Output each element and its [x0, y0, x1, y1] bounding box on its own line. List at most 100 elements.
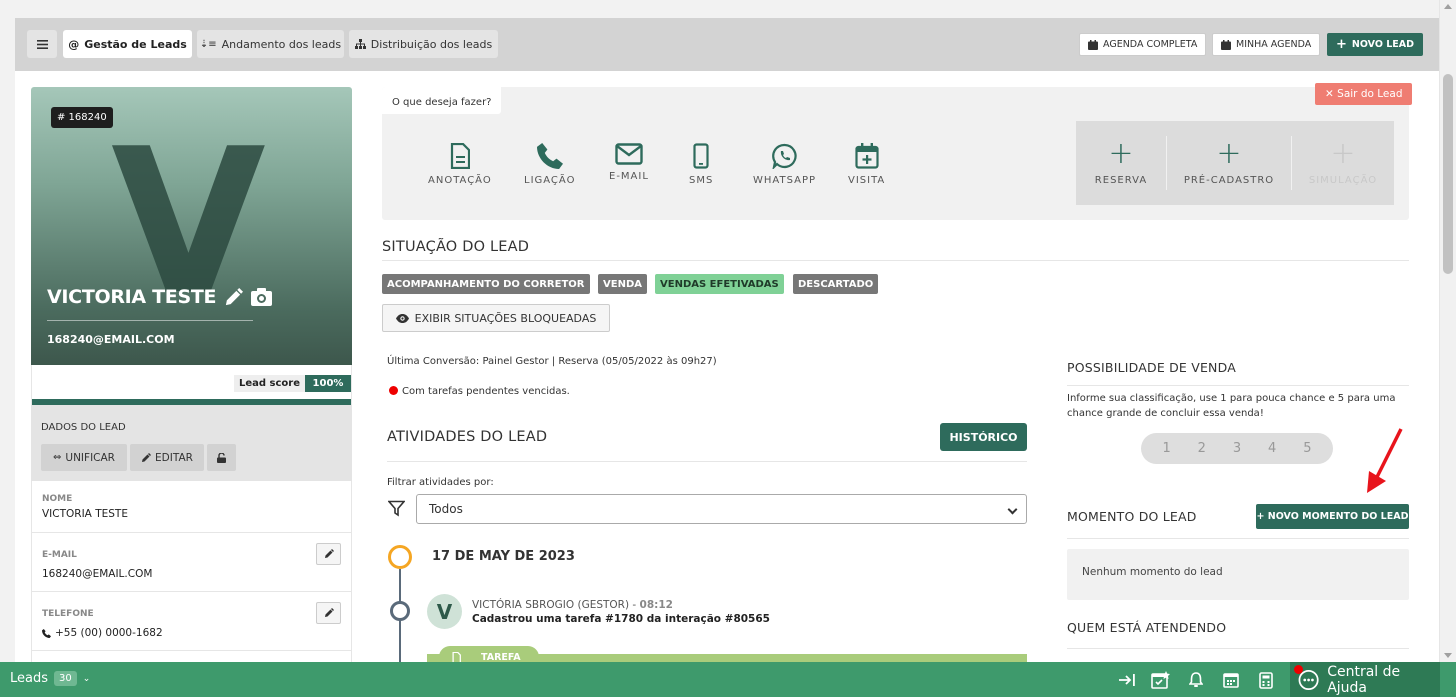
pending-tasks-warning: Com tarefas pendentes vencidas.: [389, 386, 570, 397]
tab-gestao-de-leads[interactable]: @ Gestão de Leads: [63, 30, 192, 58]
phone-icon: [42, 628, 51, 638]
calendar-plus-icon: [855, 143, 879, 169]
dados-title: DADOS DO LEAD: [41, 422, 126, 433]
action-reserva[interactable]: + RESERVA: [1076, 121, 1166, 205]
calendar-icon[interactable]: [1221, 670, 1241, 690]
plus-icon: +: [1330, 135, 1356, 171]
field-next: [31, 651, 352, 662]
field-nome-value: VICTORIA TESTE: [42, 508, 128, 520]
tab-andamento-dos-leads[interactable]: ⇣≡ Andamento dos leads: [197, 30, 344, 58]
menu-button[interactable]: [27, 30, 57, 58]
leads-count-badge: 30: [54, 671, 77, 686]
atividades-title: ATIVIDADES DO LEAD: [387, 429, 548, 445]
rating-1[interactable]: 1: [1162, 441, 1170, 456]
minha-agenda-button[interactable]: MINHA AGENDA: [1212, 33, 1321, 56]
field-email-value: 168240@EMAIL.COM: [42, 568, 153, 580]
merge-icon: ⇔: [53, 452, 62, 463]
field-email-label: E-MAIL: [42, 550, 77, 560]
action-sms[interactable]: SMS: [689, 143, 713, 186]
exibir-situacoes-bloqueadas-button[interactable]: EXIBIR SITUAÇÕES BLOQUEADAS: [382, 304, 610, 332]
lead-score: Lead score 100%: [31, 365, 352, 405]
field-telefone-label: TELEFONE: [42, 609, 94, 619]
eye-icon: [395, 313, 409, 323]
central-de-ajuda-button[interactable]: Central de Ajuda: [1290, 662, 1440, 697]
field-nome-label: NOME: [42, 494, 73, 504]
activity-time: 08:12: [639, 599, 673, 611]
plus-icon: +: [1108, 135, 1134, 171]
lock-button[interactable]: [207, 444, 236, 471]
unlock-icon: [217, 452, 226, 463]
action-pre-cadastro[interactable]: + PRÉ-CADASTRO: [1167, 121, 1291, 205]
bell-icon[interactable]: [1186, 670, 1206, 690]
field-nome: NOME VICTORIA TESTE: [31, 481, 352, 533]
action-visita[interactable]: VISITA: [848, 143, 885, 186]
tarefa-badge[interactable]: TAREFA: [439, 646, 539, 662]
dados-do-lead-section: DADOS DO LEAD ⇔ UNIFICAR EDITAR: [31, 405, 352, 481]
status-tag-descartado[interactable]: DESCARTADO: [793, 274, 879, 294]
historico-button[interactable]: HISTÓRICO: [940, 423, 1027, 451]
action-email[interactable]: E-MAIL: [609, 143, 649, 182]
sale-possibility-rating: 1 2 3 4 5: [1141, 433, 1333, 464]
rating-5[interactable]: 5: [1303, 441, 1311, 456]
situacao-title: SITUAÇÃO DO LEAD: [382, 239, 530, 255]
calendar-star-icon[interactable]: [1151, 670, 1171, 690]
sort-icon: ⇣≡: [199, 38, 217, 50]
action-whatsapp[interactable]: WHATSAPP: [753, 143, 816, 186]
action-anotacao[interactable]: ANOTAÇÃO: [428, 143, 492, 186]
sitemap-icon: [354, 39, 366, 49]
lead-score-value: 100%: [305, 375, 351, 392]
timeline-date-marker: [388, 545, 412, 569]
activity-filter-select[interactable]: Todos: [416, 494, 1027, 524]
novo-momento-button[interactable]: + NOVO MOMENTO DO LEAD: [1256, 504, 1409, 529]
rating-3[interactable]: 3: [1233, 441, 1241, 456]
editar-button[interactable]: EDITAR: [130, 444, 204, 471]
plus-icon: +: [1216, 135, 1242, 171]
sair-do-lead-button[interactable]: ✕ Sair do Lead: [1315, 83, 1413, 105]
actions-panel: O que deseja fazer? ANOTAÇÃO LIGAÇÃO E-M…: [382, 87, 1409, 220]
pencil-icon: [142, 452, 152, 462]
lead-email: 168240@EMAIL.COM: [47, 333, 175, 346]
scroll-thumb[interactable]: [1443, 74, 1453, 274]
pencil-icon[interactable]: [224, 287, 244, 307]
action-ligacao[interactable]: LIGAÇÃO: [524, 143, 575, 186]
calendar-icon: [1221, 39, 1231, 50]
divider: [1067, 538, 1409, 539]
camera-icon[interactable]: [251, 288, 273, 306]
divider: [47, 320, 253, 321]
divider: [1067, 385, 1409, 386]
ultima-conversao: Última Conversão: Painel Gestor | Reserv…: [387, 356, 717, 367]
edit-email-button[interactable]: [316, 543, 341, 565]
field-telefone: TELEFONE +55 (00) 0000-1682: [31, 592, 352, 651]
chevron-down-icon: ⌄: [82, 673, 91, 684]
possibilidade-description: Informe sua classificação, use 1 para po…: [1067, 393, 1396, 419]
calculator-icon[interactable]: [1256, 670, 1276, 690]
login-icon[interactable]: [1117, 670, 1137, 690]
status-tag-acompanhamento[interactable]: ACOMPANHAMENTO DO CORRETOR: [382, 274, 590, 294]
rating-2[interactable]: 2: [1198, 441, 1206, 456]
quick-actions-group: + RESERVA + PRÉ-CADASTRO + SIMULAÇÃO: [1076, 121, 1394, 205]
novo-lead-button[interactable]: + NOVO LEAD: [1327, 33, 1424, 56]
agenda-completa-button[interactable]: AGENDA COMPLETA: [1079, 33, 1207, 56]
divider: [387, 461, 1027, 462]
unificar-button[interactable]: ⇔ UNIFICAR: [41, 444, 127, 471]
status-tag-venda[interactable]: VENDA: [598, 274, 647, 294]
tab-distribuicao-dos-leads[interactable]: Distribuição dos leads: [349, 30, 498, 58]
phone-icon: [536, 143, 563, 169]
scroll-down-icon[interactable]: [1444, 653, 1452, 658]
timeline-date: 17 DE MAY DE 2023: [432, 549, 575, 564]
hamburger-icon: [36, 39, 48, 49]
chevron-down-icon: [1007, 504, 1018, 515]
edit-telefone-button[interactable]: [316, 602, 341, 624]
leads-counter[interactable]: Leads 30 ⌄: [10, 671, 90, 686]
scroll-up-icon[interactable]: [1444, 4, 1452, 9]
bottom-bar: Leads 30 ⌄ Central de Ajuda: [0, 662, 1456, 697]
actions-question: O que deseja fazer?: [382, 87, 502, 114]
rating-4[interactable]: 4: [1268, 441, 1276, 456]
action-simulacao: + SIMULAÇÃO: [1308, 135, 1378, 186]
main-content: V # 168240 VICTORIA TESTE 168240@EMAIL.C…: [15, 71, 1439, 662]
field-email: E-MAIL 168240@EMAIL.COM: [31, 533, 352, 592]
status-tag-vendas-efetivadas[interactable]: VENDAS EFETIVADAS: [655, 274, 784, 294]
divider: [1067, 648, 1409, 649]
page-scrollbar[interactable]: [1439, 0, 1456, 662]
activity-author: VICTÓRIA SBROGIO (GESTOR) - 08:12: [472, 599, 673, 611]
